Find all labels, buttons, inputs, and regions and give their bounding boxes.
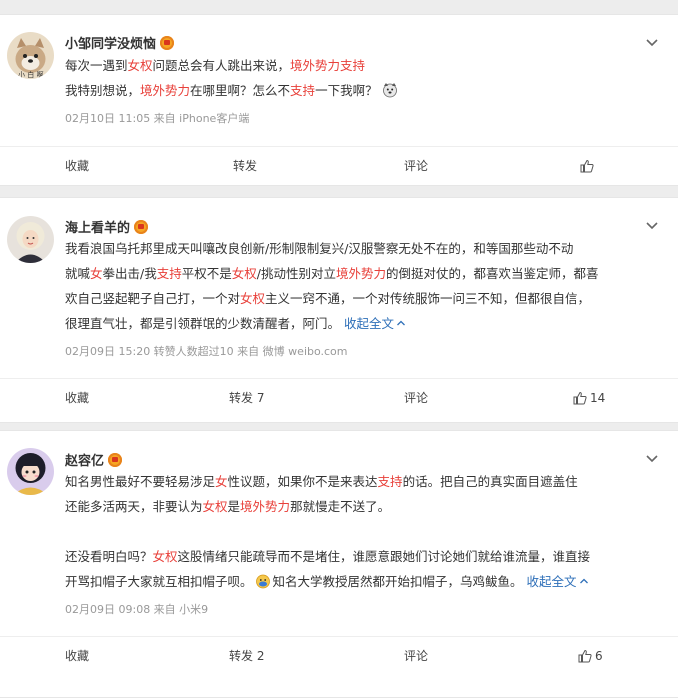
text-span: 的倒挺对仗的，都喜欢当鉴定师，都喜 [386,266,599,281]
text-span: 开骂扣帽子大家就互相扣帽子呗。 [65,574,253,589]
dog-emoji-icon [382,83,397,98]
comment-button[interactable]: 评论 [404,379,428,417]
text-span: 很理直气壮，都是引领群氓的少数清醒者，阿门。 [65,316,344,331]
text-span: 是 [227,499,241,514]
keyword-link[interactable]: 支持 [290,83,315,98]
post-meta: 02月09日 09:08 来自 小米9 [65,603,209,616]
keyword-link[interactable]: 支持 [157,266,182,281]
post-card: 海上看羊的 我看浪国乌托邦里成天叫嚷改良创新/形制限制复兴/汉服警察无处不在的，… [0,197,678,423]
keyword-link[interactable]: 女 [90,266,103,281]
post-line: 开骂扣帽子大家就互相扣帽子呗。 知名大学教授居然都开始扣帽子，乌鸡鲅鱼。 收起全… [65,569,589,594]
post-card: 小 白 啊 小邹同学没烦恼 每次一遇到女权问题总会有人跳出来说，境外势力支持 我… [0,14,678,186]
comment-button[interactable]: 评论 [404,147,428,185]
post-meta: 02月10日 11:05 来自 iPhone客户端 [65,112,250,125]
text-span: 性议题，如果你不是来表达 [227,474,378,489]
keyword-link[interactable]: 境外势力 [140,83,190,98]
post-line: 我特别想说，境外势力在哪里啊？怎么不支持一下我啊？ [65,78,398,103]
text-span: 还没看明白吗？ [65,549,153,564]
collapse-label[interactable]: 收起全文 [344,316,394,331]
thumbs-up-icon [578,649,592,663]
avatar[interactable] [7,448,54,495]
chevron-up-icon [579,578,588,584]
like-button[interactable] [580,147,597,185]
thumbs-up-icon [573,391,587,405]
collapse-link[interactable]: 收起全文 [344,316,406,331]
post-line: 我看浪国乌托邦里成天叫嚷改良创新/形制限制复兴/汉服警察无处不在的，和等国那些动… [65,236,573,261]
text-span: 知名男性最好不要轻易涉足 [65,474,216,489]
post-line: 还能多活两天，非要认为女权是境外势力那就慢走不送了。 [65,494,390,519]
text-span: 平权不是 [181,266,232,281]
text-span: 主义一窍不通，一个对传统服饰一问三不知，但都很自信， [265,291,591,306]
post-line: 每次一遇到女权问题总会有人跳出来说，境外势力支持 [65,53,365,78]
post-meta: 02月09日 15:20 转赞人数超过10 来自 微博 weibo.com [65,345,348,358]
post-line: 很理直气壮，都是引领群氓的少数清醒者，阿门。 收起全文 [65,311,406,336]
text-span: 知名大学教授居然都开始扣帽子，乌鸡鲅鱼。 [272,574,527,589]
post-line: 知名男性最好不要轻易涉足女性议题，如果你不是来表达支持的话。把自己的真实面目遮盖… [65,469,578,494]
username[interactable]: 小邹同学没烦恼 [65,33,175,52]
repost-button[interactable]: 转发 [233,147,257,185]
text-span: /挑动性别对立 [256,266,337,281]
post-line: 就喊女拳出击/我支持平权不是女权/挑动性别对立境外势力的倒挺对仗的，都喜欢当鉴定… [65,261,599,286]
chevron-down-icon[interactable] [644,451,660,467]
text-span: 问题总会有人跳出来说， [152,58,291,73]
text-span: 我看浪国乌托邦里成天叫嚷改良创新/形制限制复兴/汉服警察无处不在的，和等国那些动… [65,241,574,256]
chevron-up-icon [397,320,405,326]
vip-badge-icon [108,453,123,467]
keyword-link[interactable]: 女权 [232,266,257,281]
keyword-link[interactable]: 境外势力 [336,266,386,281]
post-line: 还没看明白吗？女权这股情绪只能疏导而不是堵住，谁愿意跟她们讨论她们就给谁流量，谁… [65,544,590,569]
chevron-down-icon[interactable] [644,218,660,234]
svg-text:小 白 啊: 小 白 啊 [18,70,43,79]
thumbs-up-icon [580,159,594,173]
username[interactable]: 赵容亿 [65,450,123,469]
favorite-button[interactable]: 收藏 [65,637,89,675]
collapse-label[interactable]: 收起全文 [527,574,577,589]
vip-badge-icon [134,220,149,234]
text-span: 这股情绪只能疏导而不是堵住，谁愿意跟她们讨论她们就给谁流量，谁直接 [177,549,591,564]
text-span: 还能多活两天，非要认为 [65,499,203,514]
favorite-button[interactable]: 收藏 [65,379,89,417]
keyword-link[interactable]: 女权 [128,58,153,73]
like-count: 6 [595,649,603,663]
username-text[interactable]: 小邹同学没烦恼 [65,37,156,52]
keyword-link[interactable]: 女权 [153,549,178,564]
like-button[interactable]: 14 [573,379,605,417]
text-span: 那就慢走不送了。 [290,499,391,514]
text-span: 的话。把自己的真实面目遮盖住 [402,474,578,489]
post-card: 赵容亿 知名男性最好不要轻易涉足女性议题，如果你不是来表达支持的话。把自己的真实… [0,430,678,698]
keyword-link[interactable]: 女 [215,474,228,489]
keyword-link[interactable]: 女权 [203,499,228,514]
collapse-link[interactable]: 收起全文 [527,574,589,589]
repost-button[interactable]: 转发 2 [229,637,264,675]
keyword-link[interactable]: 女权 [240,291,265,306]
action-bar: 收藏 转发 7 评论 14 [0,378,678,417]
keyword-link[interactable]: 境外势力支持 [290,58,365,73]
favorite-button[interactable]: 收藏 [65,147,89,185]
vip-badge-icon [160,36,175,50]
chevron-down-icon[interactable] [644,35,660,51]
action-bar: 收藏 转发 评论 [0,146,678,185]
username-text[interactable]: 赵容亿 [65,454,104,469]
text-span: 欢自己竖起靶子自己打，一个对 [65,291,241,306]
text-span: 就喊 [65,266,91,281]
keyword-link[interactable]: 支持 [378,474,403,489]
text-span: 我特别想说， [65,83,141,98]
keyword-link[interactable]: 境外势力 [240,499,290,514]
text-span: 每次一遇到 [65,58,128,73]
text-span: 一下我啊？ [315,83,378,98]
avatar[interactable]: 小 白 啊 [7,32,54,79]
like-button[interactable]: 6 [578,637,603,675]
username[interactable]: 海上看羊的 [65,217,149,236]
action-bar: 收藏 转发 2 评论 6 [0,636,678,675]
text-span: 在哪里啊？怎么不 [190,83,291,98]
repost-button[interactable]: 转发 7 [229,379,264,417]
text-span: 拳出击/我 [102,266,157,281]
post-line: 欢自己竖起靶子自己打，一个对女权主义一窍不通，一个对传统服饰一问三不知，但都很自… [65,286,590,311]
avatar[interactable] [7,216,54,263]
like-count: 14 [590,391,606,405]
comment-button[interactable]: 评论 [404,637,428,675]
doge-emoji-icon [255,574,270,589]
username-text[interactable]: 海上看羊的 [65,221,130,236]
